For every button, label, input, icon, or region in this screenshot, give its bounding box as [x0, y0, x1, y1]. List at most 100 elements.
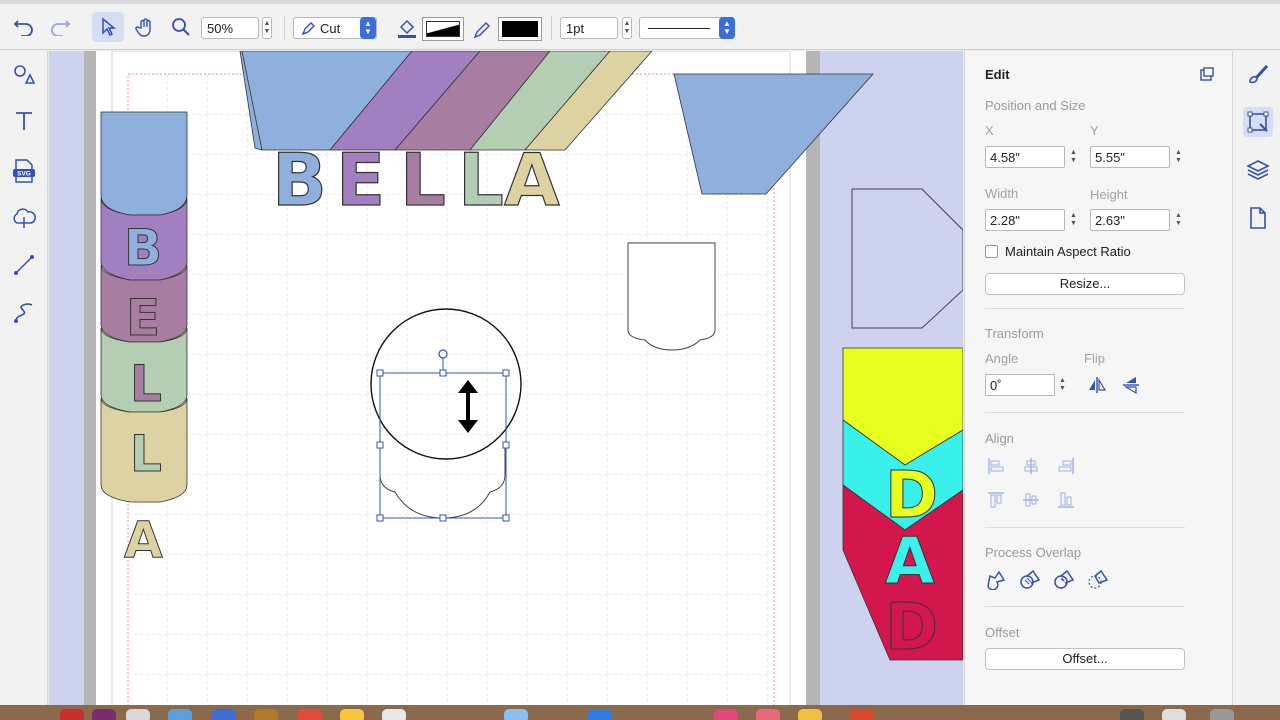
- app-window: 50% ▲ ▼ Cut ▲ ▼ 1pt ▲ ▼ ▲ ▼ SVG B E L L …: [0, 0, 1280, 720]
- redo-button[interactable]: [46, 12, 74, 42]
- y-stepper[interactable]: ▲ ▼: [1173, 146, 1184, 168]
- style-tab-button[interactable]: [1243, 59, 1273, 89]
- height-label: Height: [1090, 187, 1128, 202]
- svg-import-button[interactable]: SVG: [8, 155, 40, 187]
- dock-app-icon[interactable]: [756, 709, 780, 720]
- fill-color-swatch[interactable]: [422, 17, 464, 41]
- text-icon: [16, 112, 32, 130]
- dock-app-icon[interactable]: [714, 709, 738, 720]
- align-top-button[interactable]: [985, 489, 1007, 511]
- dock: [0, 705, 1280, 720]
- zoom-input[interactable]: 50%: [201, 17, 259, 39]
- select-tool-button[interactable]: [92, 12, 124, 42]
- document-tab-button[interactable]: [1243, 203, 1273, 233]
- dock-app-icon[interactable]: [212, 709, 236, 720]
- cloud-tool-button[interactable]: [8, 201, 40, 233]
- intersect-button[interactable]: [1053, 568, 1075, 590]
- angle-label: Angle: [985, 351, 1019, 366]
- shapes-tool-button[interactable]: [8, 59, 40, 91]
- width-input[interactable]: 2.28": [985, 209, 1065, 231]
- stroke-width-input[interactable]: 1pt: [560, 17, 618, 39]
- section-divider: [985, 308, 1185, 309]
- design-canvas[interactable]: B E L L A B E L L A D A D: [49, 51, 963, 720]
- aspect-ratio-checkbox[interactable]: [985, 245, 998, 258]
- flip-horizontal-button[interactable]: [1086, 374, 1108, 396]
- dock-app-icon[interactable]: [60, 709, 84, 720]
- x-label: X: [985, 123, 994, 138]
- layers-icon: [1246, 160, 1270, 180]
- dock-app-icon[interactable]: [254, 709, 278, 720]
- letter-a: A: [885, 525, 936, 599]
- shapes-icon: [14, 65, 36, 84]
- pen-tool-button[interactable]: [8, 297, 40, 329]
- detach-panel-icon[interactable]: [1200, 67, 1214, 81]
- dock-app-icon[interactable]: [588, 709, 612, 720]
- edit-tab-button[interactable]: [1243, 107, 1273, 137]
- y-input[interactable]: 5.55": [1090, 146, 1170, 168]
- zoom-tool-button[interactable]: [166, 12, 196, 42]
- letter-l: L: [399, 138, 446, 222]
- line-style-preview: [648, 28, 710, 29]
- x-stepper[interactable]: ▲ ▼: [1068, 146, 1079, 168]
- blue-trapezoid[interactable]: [673, 73, 874, 195]
- line-style-dropdown[interactable]: ▲ ▼: [719, 17, 735, 39]
- weld-button[interactable]: [985, 568, 1007, 590]
- outline-shape-right[interactable]: [851, 188, 963, 329]
- dock-app-icon[interactable]: [798, 709, 822, 720]
- align-top-icon: [988, 492, 1004, 508]
- brush-icon: [1249, 64, 1269, 84]
- width-label: Width: [985, 186, 1019, 201]
- align-middle-button[interactable]: [1020, 489, 1042, 511]
- top-toolbar: 50% ▲ ▼ Cut ▲ ▼ 1pt ▲ ▼ ▲ ▼: [0, 4, 1280, 50]
- layers-tab-button[interactable]: [1243, 155, 1273, 185]
- text-tool-button[interactable]: [8, 105, 40, 137]
- height-stepper[interactable]: ▲ ▼: [1173, 209, 1184, 231]
- align-center-icon: [1024, 458, 1038, 474]
- dock-app-icon[interactable]: [1120, 709, 1144, 720]
- zoom-stepper[interactable]: ▲ ▼: [262, 17, 272, 39]
- edit-icon: [1247, 111, 1269, 133]
- exclude-button[interactable]: [1087, 568, 1109, 590]
- line-tool-button[interactable]: [8, 249, 40, 281]
- dock-app-icon[interactable]: [92, 709, 116, 720]
- letter-d: D: [884, 591, 939, 665]
- dock-app-icon[interactable]: [168, 709, 192, 720]
- pen-icon: [14, 303, 33, 323]
- align-heading: Align: [985, 431, 1014, 446]
- align-middle-icon: [1023, 493, 1039, 507]
- dock-app-icon[interactable]: [504, 709, 528, 720]
- tag-outline-shape[interactable]: [627, 242, 716, 351]
- dock-app-icon[interactable]: [850, 709, 874, 720]
- align-right-button[interactable]: [1055, 455, 1077, 477]
- offset-button[interactable]: Offset...: [985, 648, 1185, 670]
- dock-app-icon[interactable]: [1210, 709, 1234, 720]
- dock-app-icon[interactable]: [340, 709, 364, 720]
- height-input[interactable]: 2.63": [1090, 209, 1170, 231]
- stroke-color-swatch[interactable]: [498, 17, 542, 41]
- stroke-width-stepper[interactable]: ▲ ▼: [622, 17, 632, 39]
- letter-e: E: [125, 289, 161, 348]
- resize-button[interactable]: Resize...: [985, 273, 1185, 295]
- bella-vertical-text: B E L L A: [123, 213, 174, 583]
- toolbar-divider: [551, 16, 552, 40]
- dock-app-icon[interactable]: [382, 709, 406, 720]
- dock-app-icon[interactable]: [298, 709, 322, 720]
- stroke-pen-icon: [473, 22, 490, 39]
- process-overlap-heading: Process Overlap: [985, 545, 1082, 560]
- angle-input[interactable]: 0˚: [985, 374, 1055, 396]
- flip-vertical-button[interactable]: [1120, 374, 1142, 396]
- operation-dropdown[interactable]: ▲ ▼: [360, 17, 376, 39]
- dock-app-icon[interactable]: [126, 709, 150, 720]
- align-right-icon: [1058, 458, 1074, 474]
- align-center-button[interactable]: [1020, 455, 1042, 477]
- dock-app-icon[interactable]: [1162, 709, 1186, 720]
- align-bottom-button[interactable]: [1055, 489, 1077, 511]
- x-input[interactable]: 4.58": [985, 146, 1065, 168]
- width-stepper[interactable]: ▲ ▼: [1068, 209, 1079, 231]
- angle-stepper[interactable]: ▲ ▼: [1057, 374, 1068, 396]
- letter-e: E: [335, 138, 386, 222]
- align-left-button[interactable]: [985, 455, 1007, 477]
- pan-tool-button[interactable]: [130, 12, 160, 42]
- undo-button[interactable]: [10, 12, 38, 42]
- subtract-button[interactable]: [1019, 568, 1041, 590]
